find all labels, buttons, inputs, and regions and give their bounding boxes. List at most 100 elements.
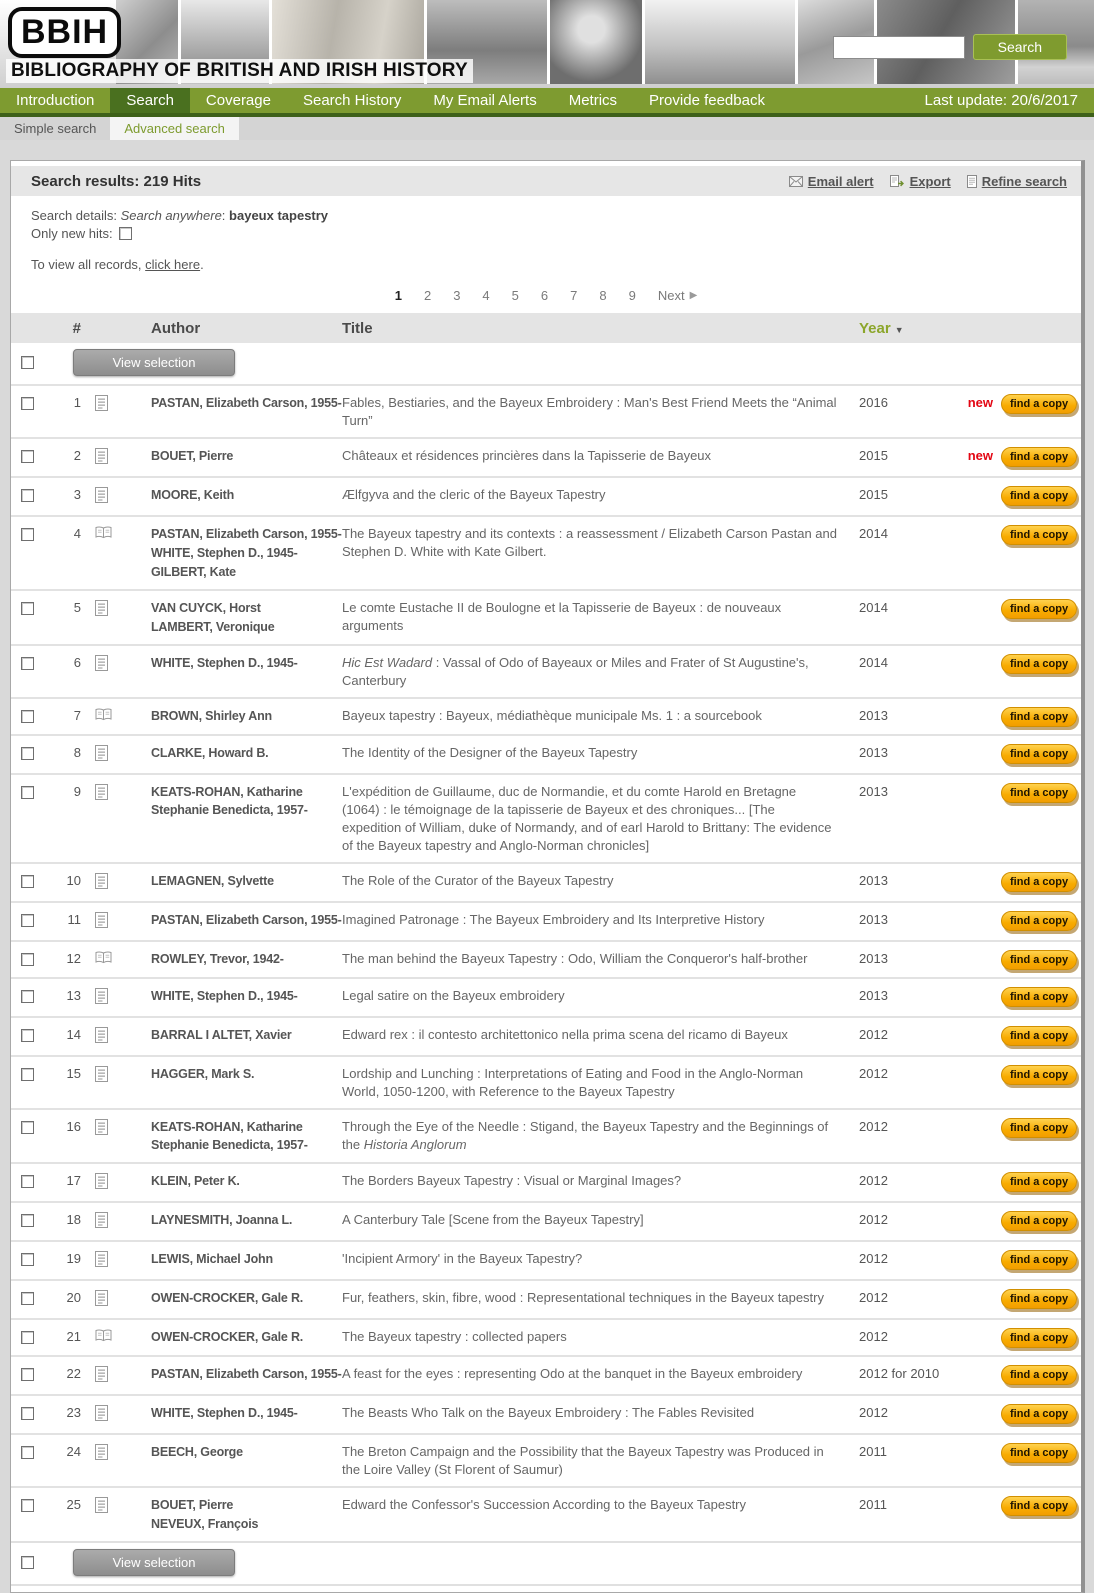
find-a-copy-button[interactable]: find a copy	[1001, 872, 1078, 892]
find-a-copy-button[interactable]: find a copy	[1001, 1289, 1078, 1309]
subtab-advanced-search[interactable]: Advanced search	[110, 117, 239, 140]
pagination-page-3[interactable]: 3	[453, 288, 460, 303]
pagination-page-4[interactable]: 4	[482, 288, 489, 303]
row-checkbox[interactable]	[21, 1175, 34, 1189]
row-title[interactable]: The Bayeux tapestry and its contexts : a…	[342, 525, 847, 561]
row-title[interactable]: A Canterbury Tale [Scene from the Bayeux…	[342, 1211, 847, 1229]
pagination-page-2[interactable]: 2	[424, 288, 431, 303]
find-a-copy-button[interactable]: find a copy	[1001, 1404, 1078, 1424]
row-checkbox[interactable]	[21, 914, 34, 928]
row-checkbox[interactable]	[21, 1121, 34, 1135]
row-checkbox[interactable]	[21, 953, 34, 967]
row-title[interactable]: Legal satire on the Bayeux embroidery	[342, 987, 847, 1005]
row-checkbox[interactable]	[21, 875, 34, 889]
row-title[interactable]: Hic Est Wadard : Vassal of Odo of Bayeau…	[342, 654, 847, 690]
row-checkbox[interactable]	[21, 1499, 34, 1513]
nav-item-introduction[interactable]: Introduction	[0, 88, 110, 113]
find-a-copy-button[interactable]: find a copy	[1001, 1065, 1078, 1085]
nav-item-provide-feedback[interactable]: Provide feedback	[633, 88, 781, 113]
column-header-author[interactable]: Author	[127, 320, 342, 337]
row-title[interactable]: L'expédition de Guillaume, duc de Norman…	[342, 783, 847, 855]
find-a-copy-button[interactable]: find a copy	[1001, 1118, 1078, 1138]
find-a-copy-button[interactable]: find a copy	[1001, 744, 1078, 764]
find-a-copy-button[interactable]: find a copy	[1001, 987, 1078, 1007]
row-checkbox[interactable]	[21, 1446, 34, 1460]
row-checkbox[interactable]	[21, 602, 34, 616]
subtab-simple-search[interactable]: Simple search	[0, 117, 110, 140]
find-a-copy-button[interactable]: find a copy	[1001, 707, 1078, 727]
refine-search-link[interactable]: Refine search	[966, 174, 1067, 189]
row-title[interactable]: A feast for the eyes : representing Odo …	[342, 1365, 847, 1383]
find-a-copy-button[interactable]: find a copy	[1001, 1496, 1078, 1516]
row-checkbox[interactable]	[21, 1368, 34, 1382]
row-checkbox[interactable]	[21, 1331, 34, 1345]
pagination-page-6[interactable]: 6	[541, 288, 548, 303]
find-a-copy-button[interactable]: find a copy	[1001, 1211, 1078, 1231]
find-a-copy-button[interactable]: find a copy	[1001, 950, 1078, 970]
pagination-next-link[interactable]: Next ▶	[658, 288, 697, 303]
find-a-copy-button[interactable]: find a copy	[1001, 1328, 1078, 1348]
find-a-copy-button[interactable]: find a copy	[1001, 599, 1078, 619]
row-checkbox[interactable]	[21, 990, 34, 1004]
row-title[interactable]: Châteaux et résidences princières dans l…	[342, 447, 847, 465]
find-a-copy-button[interactable]: find a copy	[1001, 1250, 1078, 1270]
row-title[interactable]: Ælfgyva and the cleric of the Bayeux Tap…	[342, 486, 847, 504]
row-checkbox[interactable]	[21, 397, 34, 411]
find-a-copy-button[interactable]: find a copy	[1001, 1026, 1078, 1046]
row-title[interactable]: The Beasts Who Talk on the Bayeux Embroi…	[342, 1404, 847, 1422]
pagination-page-9[interactable]: 9	[629, 288, 636, 303]
find-a-copy-button[interactable]: find a copy	[1001, 394, 1078, 414]
email-alert-link[interactable]: Email alert	[788, 174, 874, 189]
select-all-checkbox[interactable]	[21, 355, 34, 369]
view-selection-button-bottom[interactable]: View selection	[73, 1549, 235, 1576]
row-checkbox[interactable]	[21, 1068, 34, 1082]
column-header-title[interactable]: Title	[342, 320, 847, 337]
row-checkbox[interactable]	[21, 489, 34, 503]
row-checkbox[interactable]	[21, 1292, 34, 1306]
row-checkbox[interactable]	[21, 450, 34, 464]
view-selection-button-top[interactable]: View selection	[73, 349, 235, 376]
row-checkbox[interactable]	[21, 1029, 34, 1043]
search-input[interactable]	[832, 35, 965, 59]
pagination-page-7[interactable]: 7	[570, 288, 577, 303]
row-checkbox[interactable]	[21, 1214, 34, 1228]
nav-item-search-history[interactable]: Search History	[287, 88, 417, 113]
select-all-checkbox-bottom[interactable]	[21, 1555, 34, 1569]
pagination-page-8[interactable]: 8	[599, 288, 606, 303]
find-a-copy-button[interactable]: find a copy	[1001, 911, 1078, 931]
row-checkbox[interactable]	[21, 747, 34, 761]
row-checkbox[interactable]	[21, 1253, 34, 1267]
row-title[interactable]: Imagined Patronage : The Bayeux Embroide…	[342, 911, 847, 929]
find-a-copy-button[interactable]: find a copy	[1001, 1365, 1078, 1385]
find-a-copy-button[interactable]: find a copy	[1001, 783, 1078, 803]
row-title[interactable]: The Role of the Curator of the Bayeux Ta…	[342, 872, 847, 890]
find-a-copy-button[interactable]: find a copy	[1001, 486, 1078, 506]
row-title[interactable]: The Breton Campaign and the Possibility …	[342, 1443, 847, 1479]
find-a-copy-button[interactable]: find a copy	[1001, 654, 1078, 674]
row-title[interactable]: Bayeux tapestry : Bayeux, médiathèque mu…	[342, 707, 847, 725]
export-link[interactable]: Export	[889, 174, 951, 189]
find-a-copy-button[interactable]: find a copy	[1001, 1172, 1078, 1192]
row-checkbox[interactable]	[21, 657, 34, 671]
nav-item-metrics[interactable]: Metrics	[553, 88, 633, 113]
row-checkbox[interactable]	[21, 710, 34, 724]
nav-item-coverage[interactable]: Coverage	[190, 88, 287, 113]
row-title[interactable]: Fables, Bestiaries, and the Bayeux Embro…	[342, 394, 847, 430]
find-a-copy-button[interactable]: find a copy	[1001, 525, 1078, 545]
search-button[interactable]: Search	[972, 34, 1067, 60]
row-title[interactable]: Fur, feathers, skin, fibre, wood : Repre…	[342, 1289, 847, 1307]
row-title[interactable]: The man behind the Bayeux Tapestry : Odo…	[342, 950, 847, 968]
find-a-copy-button[interactable]: find a copy	[1001, 447, 1078, 467]
nav-item-search[interactable]: Search	[110, 88, 190, 113]
row-title[interactable]: Lordship and Lunching : Interpretations …	[342, 1065, 847, 1101]
row-title[interactable]: The Borders Bayeux Tapestry : Visual or …	[342, 1172, 847, 1190]
row-title[interactable]: The Bayeux tapestry : collected papers	[342, 1328, 847, 1346]
row-title[interactable]: Edward the Confessor's Succession Accord…	[342, 1496, 847, 1514]
nav-item-my-email-alerts[interactable]: My Email Alerts	[417, 88, 552, 113]
row-title[interactable]: The Identity of the Designer of the Baye…	[342, 744, 847, 762]
view-all-records-link[interactable]: click here	[145, 257, 200, 272]
only-new-hits-checkbox[interactable]	[118, 227, 132, 240]
row-title[interactable]: Le comte Eustache II de Boulogne et la T…	[342, 599, 847, 635]
pagination-page-5[interactable]: 5	[512, 288, 519, 303]
row-checkbox[interactable]	[21, 786, 34, 800]
